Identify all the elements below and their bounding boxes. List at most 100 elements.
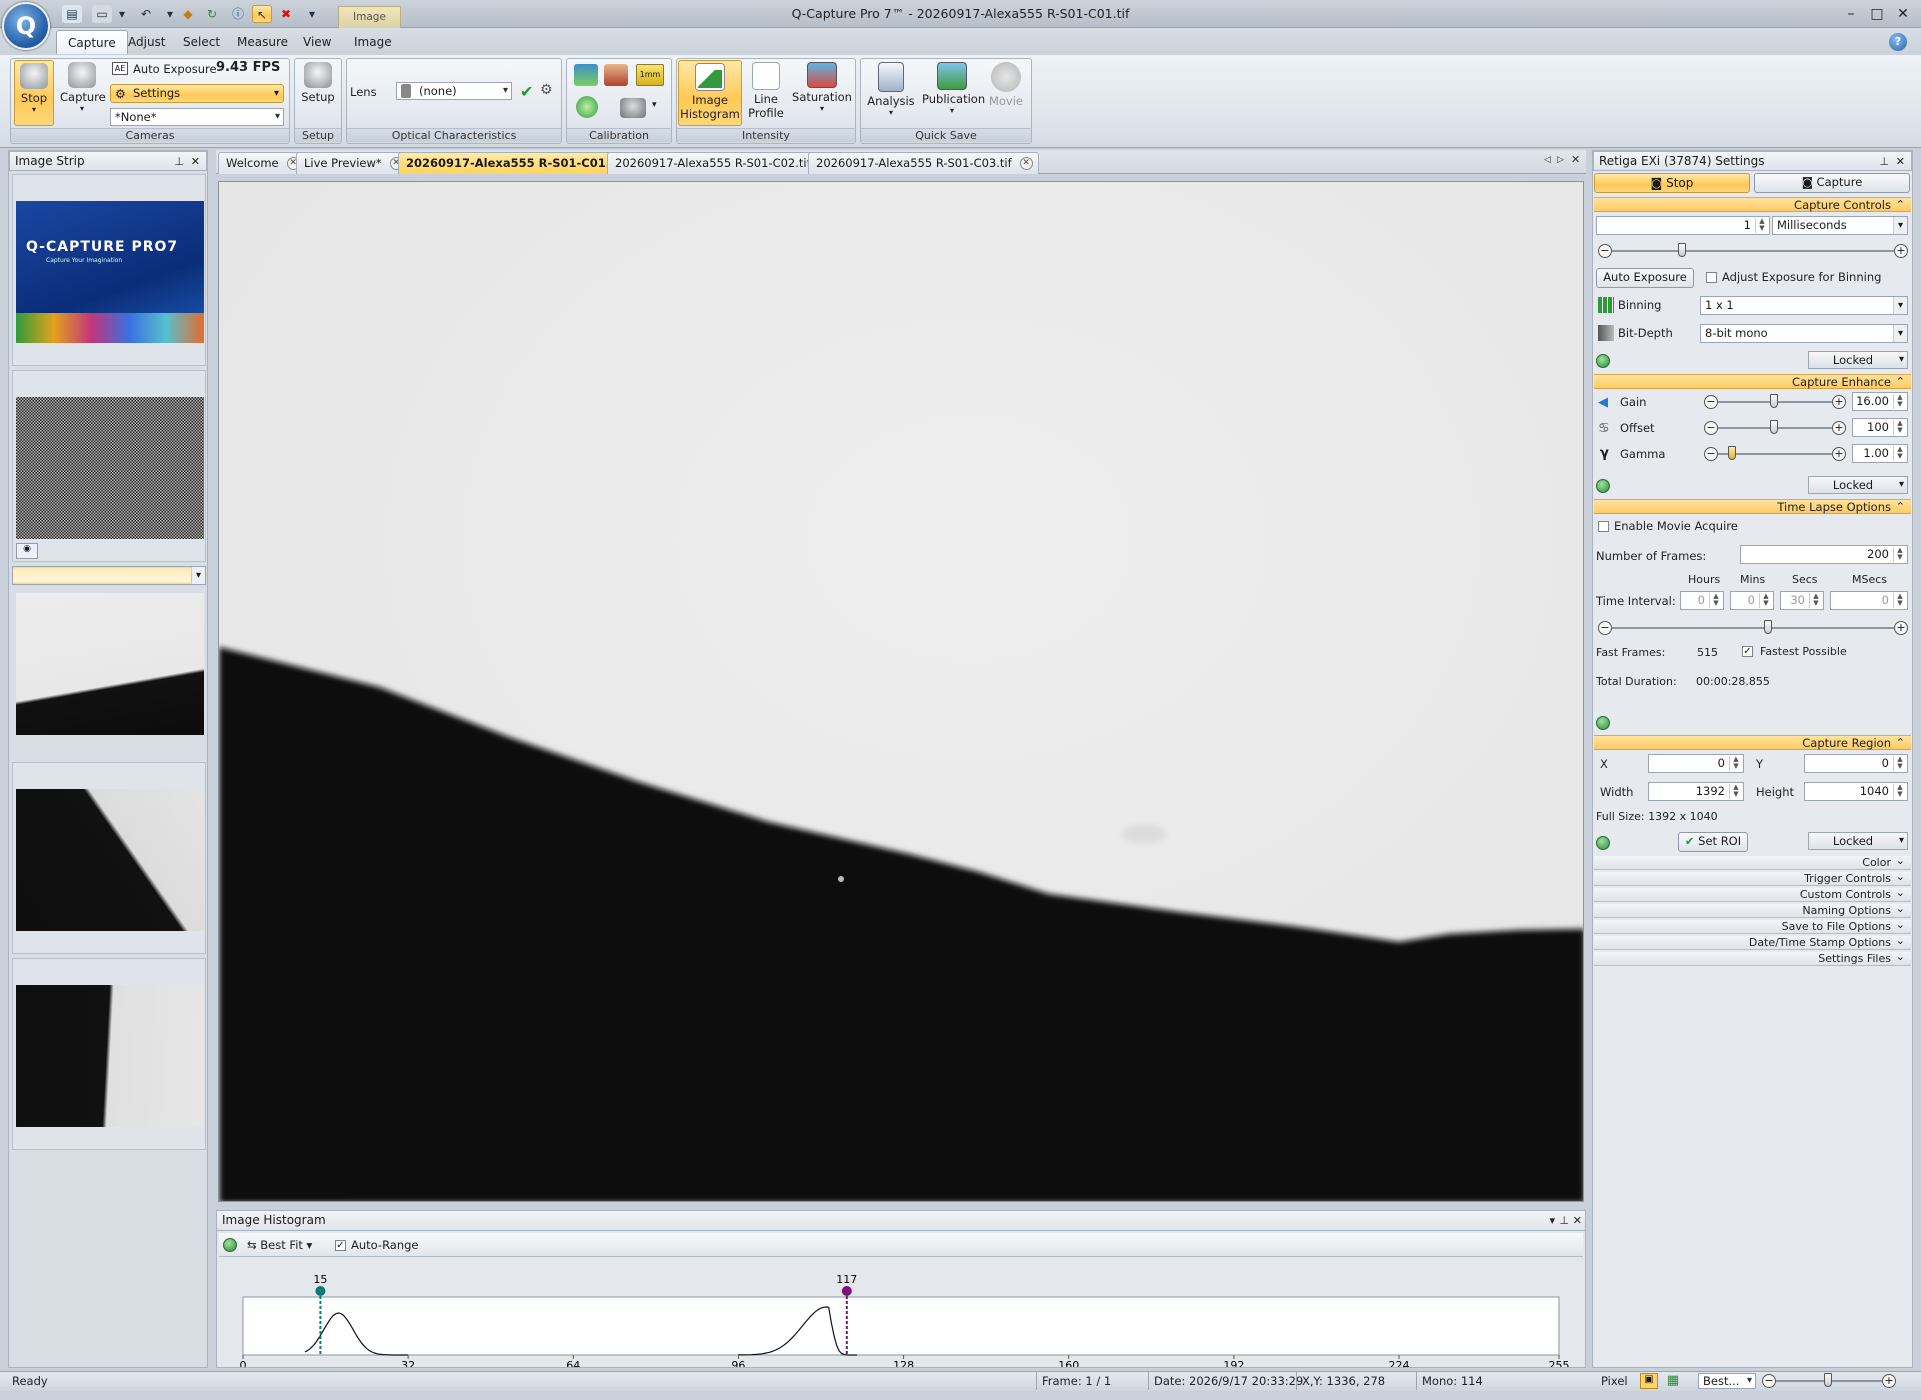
movie-button[interactable]: Movie [984,60,1028,108]
tab-measure[interactable]: Measure [226,30,299,54]
slider-thumb[interactable] [1770,420,1778,434]
grid-view-icon[interactable]: ▦ [1664,1373,1682,1389]
lens-dropdown[interactable]: (none) [396,82,512,100]
zoom-slider[interactable]: − + [1762,1373,1896,1389]
flat-field-icon[interactable] [574,64,598,86]
spinner-icon[interactable]: ▲ ▼ [1809,593,1822,608]
slider-thumb[interactable] [1770,394,1778,408]
exposure-unit-select[interactable]: Milliseconds [1772,216,1908,235]
plus-icon[interactable]: + [1832,395,1846,409]
x-input[interactable]: 0 ▲ ▼ [1648,754,1744,773]
close-icon[interactable]: ✕ [1896,153,1905,171]
publication-button[interactable]: Publication ▾ [922,60,985,115]
zoom-out-icon[interactable]: − [1762,1374,1776,1388]
minus-icon[interactable]: − [1704,421,1718,435]
tab-view[interactable]: View [292,30,342,54]
strip-thumbnail-c02[interactable] [12,762,206,954]
spinner-icon[interactable]: ▲ ▼ [1709,593,1722,608]
spinner-icon[interactable]: ▲ ▼ [1893,547,1906,562]
color-calibration-icon[interactable] [604,64,628,86]
reset-calibration-icon[interactable] [576,96,598,118]
strip-thumbnail-c01[interactable] [12,566,206,735]
auto-exposure-button[interactable]: Auto Exposure [133,62,217,76]
minus-icon[interactable]: − [1704,447,1718,461]
capture-enhance-lock[interactable]: Locked [1808,476,1908,494]
secs-input[interactable]: 30 ▲ ▼ [1780,591,1824,610]
close-icon[interactable]: ✕ [191,153,200,171]
height-input[interactable]: 1040 ▲ ▼ [1804,782,1908,801]
chevron-down-icon[interactable]: ▾ [1549,1212,1555,1230]
spinner-icon[interactable]: ▲ ▼ [1893,756,1906,771]
tab-select[interactable]: Select [172,30,231,54]
frames-input[interactable]: 200 ▲ ▼ [1740,545,1908,564]
stop-button[interactable]: Stop ▾ [14,60,54,126]
gamma-input[interactable]: 1.00 ▲ ▼ [1852,444,1908,463]
y-input[interactable]: 0 ▲ ▼ [1804,754,1908,773]
reset-enhance-icon[interactable] [1596,479,1610,493]
refresh-histogram-icon[interactable] [223,1238,237,1252]
doc-tab-live-preview[interactable]: Live Preview* ✕ [296,152,409,174]
settings-stop-button[interactable]: ◙ Stop [1594,173,1750,193]
settings-dropdown[interactable]: ⚙ Settings ▾ [110,84,284,103]
minus-icon[interactable]: − [1598,621,1612,635]
spinner-icon[interactable]: ▲ ▼ [1893,593,1906,608]
close-window-button[interactable]: ✕ [1890,4,1916,24]
gain-input[interactable]: 16.00 ▲ ▼ [1852,392,1908,411]
plus-icon[interactable]: + [1832,447,1846,461]
spinner-icon[interactable]: ▲ ▼ [1893,446,1906,461]
image-viewer[interactable] [218,181,1584,1202]
minimize-button[interactable]: – [1838,4,1864,24]
offset-slider[interactable]: − + [1704,420,1846,436]
close-tab-icon[interactable]: ✕ [1019,157,1033,170]
plus-icon[interactable]: + [1894,244,1908,258]
chevron-down-icon[interactable]: ▾ [652,100,657,110]
width-input[interactable]: 1392 ▲ ▼ [1648,782,1744,801]
strip-thumbnail-noise[interactable]: ◉ [12,370,206,562]
adjust-binning-checkbox[interactable] [1706,272,1717,283]
enable-movie-checkbox[interactable] [1598,521,1609,532]
spinner-icon[interactable]: ▲ ▼ [1729,784,1742,799]
camera-calibration-icon[interactable] [620,98,646,118]
capture-controls-lock[interactable]: Locked [1808,351,1908,369]
settings-files-header[interactable]: Settings Files [1594,950,1911,966]
capture-controls-header[interactable]: Capture Controls [1594,197,1911,212]
line-profile-button[interactable]: Line Profile [744,60,788,120]
saturation-button[interactable]: Saturation ▾ [792,60,852,113]
zoom-mode-select[interactable]: Best... [1698,1373,1756,1389]
tab-adjust[interactable]: Adjust [117,30,177,54]
fastest-possible-checkbox[interactable]: ✓ [1742,646,1753,657]
doc-tab-welcome[interactable]: Welcome ✕ [218,152,306,174]
reset-time-lapse-icon[interactable] [1596,716,1610,730]
tab-image[interactable]: Image [343,30,403,54]
reset-region-icon[interactable] [1596,836,1610,850]
strip-thumbnail-splash[interactable]: Q-CAPTURE PRO7 Capture Your Imagination [12,174,206,366]
save-to-file-header[interactable]: Save to File Options [1594,918,1911,934]
reset-capture-controls-icon[interactable] [1596,354,1610,368]
capture-enhance-header[interactable]: Capture Enhance [1594,374,1911,389]
setup-button[interactable]: Setup [296,60,340,104]
unit-selector[interactable]: Pixel [1601,1374,1628,1388]
application-menu-button[interactable]: Q [2,2,50,50]
auto-range-checkbox[interactable]: ✓ [335,1240,346,1251]
image-histogram-button[interactable]: Image Histogram [678,60,742,126]
spinner-icon[interactable]: ▲ ▼ [1729,756,1742,771]
interval-slider[interactable]: − + [1598,620,1908,636]
maximize-button[interactable]: □ [1864,4,1890,24]
analysis-button[interactable]: Analysis ▾ [864,60,918,117]
scroll-tabs-left-icon[interactable]: ◁ [1544,155,1551,165]
slider-thumb[interactable] [1824,1373,1832,1387]
image-view-icon[interactable]: ▣ [1640,1373,1658,1389]
mins-input[interactable]: 0 ▲ ▼ [1730,591,1774,610]
bit-depth-select[interactable]: 8-bit mono [1700,324,1908,343]
pin-icon[interactable]: ⊥ [1879,153,1889,171]
zoom-in-icon[interactable]: + [1882,1374,1896,1388]
binning-select[interactable]: 1 x 1 [1700,296,1908,315]
time-lapse-header[interactable]: Time Lapse Options [1594,499,1911,514]
color-section-header[interactable]: Color [1594,854,1911,870]
strip-thumbnail-c03[interactable] [12,958,206,1150]
capture-region-header[interactable]: Capture Region [1594,735,1911,750]
gain-slider[interactable]: − + [1704,394,1846,410]
datetime-stamp-header[interactable]: Date/Time Stamp Options [1594,934,1911,950]
scale-bar-icon[interactable]: 1mm [636,64,664,86]
plus-icon[interactable]: + [1894,621,1908,635]
